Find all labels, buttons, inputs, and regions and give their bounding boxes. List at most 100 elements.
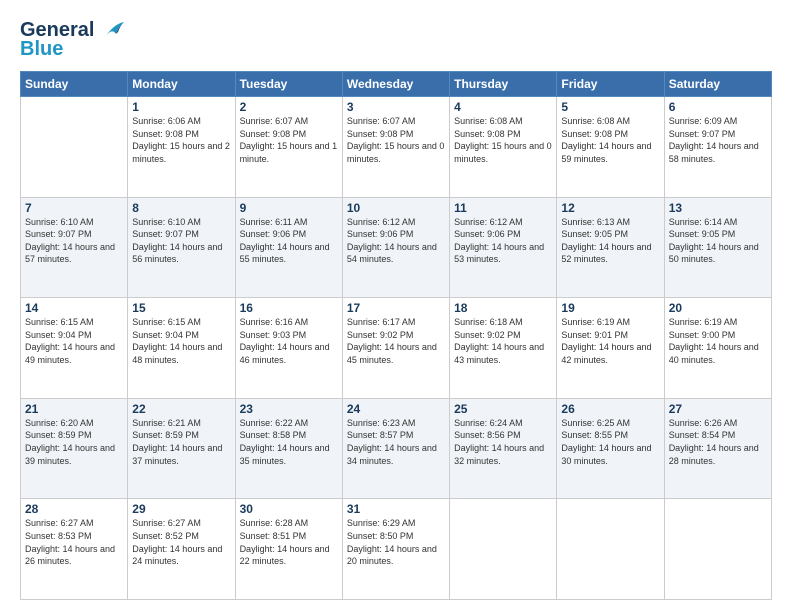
- calendar-cell: 13Sunrise: 6:14 AMSunset: 9:05 PMDayligh…: [664, 197, 771, 298]
- day-info: Sunrise: 6:18 AMSunset: 9:02 PMDaylight:…: [454, 316, 552, 366]
- weekday-header-tuesday: Tuesday: [235, 72, 342, 97]
- day-number: 16: [240, 301, 338, 315]
- weekday-header-monday: Monday: [128, 72, 235, 97]
- calendar-cell: 11Sunrise: 6:12 AMSunset: 9:06 PMDayligh…: [450, 197, 557, 298]
- day-number: 31: [347, 502, 445, 516]
- day-number: 3: [347, 100, 445, 114]
- day-number: 23: [240, 402, 338, 416]
- calendar-cell: 4Sunrise: 6:08 AMSunset: 9:08 PMDaylight…: [450, 97, 557, 198]
- day-number: 25: [454, 402, 552, 416]
- day-info: Sunrise: 6:17 AMSunset: 9:02 PMDaylight:…: [347, 316, 445, 366]
- week-row-2: 14Sunrise: 6:15 AMSunset: 9:04 PMDayligh…: [21, 298, 772, 399]
- calendar-cell: 24Sunrise: 6:23 AMSunset: 8:57 PMDayligh…: [342, 398, 449, 499]
- day-info: Sunrise: 6:26 AMSunset: 8:54 PMDaylight:…: [669, 417, 767, 467]
- calendar-cell: 17Sunrise: 6:17 AMSunset: 9:02 PMDayligh…: [342, 298, 449, 399]
- calendar-cell: 7Sunrise: 6:10 AMSunset: 9:07 PMDaylight…: [21, 197, 128, 298]
- weekday-header-wednesday: Wednesday: [342, 72, 449, 97]
- day-number: 18: [454, 301, 552, 315]
- day-number: 12: [561, 201, 659, 215]
- calendar-cell: 31Sunrise: 6:29 AMSunset: 8:50 PMDayligh…: [342, 499, 449, 600]
- calendar-cell: 28Sunrise: 6:27 AMSunset: 8:53 PMDayligh…: [21, 499, 128, 600]
- week-row-1: 7Sunrise: 6:10 AMSunset: 9:07 PMDaylight…: [21, 197, 772, 298]
- day-info: Sunrise: 6:20 AMSunset: 8:59 PMDaylight:…: [25, 417, 123, 467]
- day-number: 9: [240, 201, 338, 215]
- day-number: 29: [132, 502, 230, 516]
- weekday-header-saturday: Saturday: [664, 72, 771, 97]
- day-info: Sunrise: 6:09 AMSunset: 9:07 PMDaylight:…: [669, 115, 767, 165]
- page: General Blue SundayMondayTuesdayWednesda…: [0, 0, 792, 612]
- calendar-cell: [664, 499, 771, 600]
- day-info: Sunrise: 6:25 AMSunset: 8:55 PMDaylight:…: [561, 417, 659, 467]
- calendar-cell: 18Sunrise: 6:18 AMSunset: 9:02 PMDayligh…: [450, 298, 557, 399]
- day-info: Sunrise: 6:19 AMSunset: 9:00 PMDaylight:…: [669, 316, 767, 366]
- day-info: Sunrise: 6:19 AMSunset: 9:01 PMDaylight:…: [561, 316, 659, 366]
- calendar-cell: 23Sunrise: 6:22 AMSunset: 8:58 PMDayligh…: [235, 398, 342, 499]
- calendar-cell: 16Sunrise: 6:16 AMSunset: 9:03 PMDayligh…: [235, 298, 342, 399]
- day-info: Sunrise: 6:10 AMSunset: 9:07 PMDaylight:…: [132, 216, 230, 266]
- day-info: Sunrise: 6:07 AMSunset: 9:08 PMDaylight:…: [240, 115, 338, 165]
- day-number: 17: [347, 301, 445, 315]
- day-number: 30: [240, 502, 338, 516]
- day-info: Sunrise: 6:24 AMSunset: 8:56 PMDaylight:…: [454, 417, 552, 467]
- day-info: Sunrise: 6:08 AMSunset: 9:08 PMDaylight:…: [454, 115, 552, 165]
- calendar-cell: 25Sunrise: 6:24 AMSunset: 8:56 PMDayligh…: [450, 398, 557, 499]
- day-info: Sunrise: 6:29 AMSunset: 8:50 PMDaylight:…: [347, 517, 445, 567]
- calendar-cell: 10Sunrise: 6:12 AMSunset: 9:06 PMDayligh…: [342, 197, 449, 298]
- day-number: 8: [132, 201, 230, 215]
- day-info: Sunrise: 6:08 AMSunset: 9:08 PMDaylight:…: [561, 115, 659, 165]
- calendar-table: SundayMondayTuesdayWednesdayThursdayFrid…: [20, 71, 772, 600]
- day-number: 24: [347, 402, 445, 416]
- day-info: Sunrise: 6:27 AMSunset: 8:53 PMDaylight:…: [25, 517, 123, 567]
- calendar-cell: 14Sunrise: 6:15 AMSunset: 9:04 PMDayligh…: [21, 298, 128, 399]
- day-number: 14: [25, 301, 123, 315]
- day-number: 10: [347, 201, 445, 215]
- day-info: Sunrise: 6:27 AMSunset: 8:52 PMDaylight:…: [132, 517, 230, 567]
- day-info: Sunrise: 6:10 AMSunset: 9:07 PMDaylight:…: [25, 216, 123, 266]
- weekday-header-thursday: Thursday: [450, 72, 557, 97]
- day-number: 26: [561, 402, 659, 416]
- day-info: Sunrise: 6:07 AMSunset: 9:08 PMDaylight:…: [347, 115, 445, 165]
- calendar-cell: 30Sunrise: 6:28 AMSunset: 8:51 PMDayligh…: [235, 499, 342, 600]
- day-info: Sunrise: 6:11 AMSunset: 9:06 PMDaylight:…: [240, 216, 338, 266]
- day-info: Sunrise: 6:14 AMSunset: 9:05 PMDaylight:…: [669, 216, 767, 266]
- day-number: 6: [669, 100, 767, 114]
- day-number: 11: [454, 201, 552, 215]
- day-number: 27: [669, 402, 767, 416]
- day-number: 28: [25, 502, 123, 516]
- week-row-3: 21Sunrise: 6:20 AMSunset: 8:59 PMDayligh…: [21, 398, 772, 499]
- day-info: Sunrise: 6:16 AMSunset: 9:03 PMDaylight:…: [240, 316, 338, 366]
- calendar-cell: 15Sunrise: 6:15 AMSunset: 9:04 PMDayligh…: [128, 298, 235, 399]
- calendar-cell: 8Sunrise: 6:10 AMSunset: 9:07 PMDaylight…: [128, 197, 235, 298]
- calendar-cell: 12Sunrise: 6:13 AMSunset: 9:05 PMDayligh…: [557, 197, 664, 298]
- day-info: Sunrise: 6:12 AMSunset: 9:06 PMDaylight:…: [454, 216, 552, 266]
- day-info: Sunrise: 6:15 AMSunset: 9:04 PMDaylight:…: [132, 316, 230, 366]
- header: General Blue: [20, 18, 772, 61]
- weekday-header-row: SundayMondayTuesdayWednesdayThursdayFrid…: [21, 72, 772, 97]
- day-number: 1: [132, 100, 230, 114]
- day-info: Sunrise: 6:21 AMSunset: 8:59 PMDaylight:…: [132, 417, 230, 467]
- logo: General Blue: [20, 18, 126, 61]
- weekday-header-sunday: Sunday: [21, 72, 128, 97]
- day-number: 4: [454, 100, 552, 114]
- day-number: 5: [561, 100, 659, 114]
- day-number: 2: [240, 100, 338, 114]
- day-info: Sunrise: 6:15 AMSunset: 9:04 PMDaylight:…: [25, 316, 123, 366]
- week-row-0: 1Sunrise: 6:06 AMSunset: 9:08 PMDaylight…: [21, 97, 772, 198]
- day-info: Sunrise: 6:12 AMSunset: 9:06 PMDaylight:…: [347, 216, 445, 266]
- calendar-cell: [21, 97, 128, 198]
- calendar-cell: 9Sunrise: 6:11 AMSunset: 9:06 PMDaylight…: [235, 197, 342, 298]
- day-info: Sunrise: 6:28 AMSunset: 8:51 PMDaylight:…: [240, 517, 338, 567]
- calendar-cell: 26Sunrise: 6:25 AMSunset: 8:55 PMDayligh…: [557, 398, 664, 499]
- calendar-cell: [450, 499, 557, 600]
- day-number: 20: [669, 301, 767, 315]
- calendar-cell: 21Sunrise: 6:20 AMSunset: 8:59 PMDayligh…: [21, 398, 128, 499]
- calendar-cell: 19Sunrise: 6:19 AMSunset: 9:01 PMDayligh…: [557, 298, 664, 399]
- logo-bird-icon: [96, 18, 126, 42]
- calendar-cell: 3Sunrise: 6:07 AMSunset: 9:08 PMDaylight…: [342, 97, 449, 198]
- day-number: 19: [561, 301, 659, 315]
- day-info: Sunrise: 6:13 AMSunset: 9:05 PMDaylight:…: [561, 216, 659, 266]
- day-number: 13: [669, 201, 767, 215]
- day-number: 22: [132, 402, 230, 416]
- calendar-cell: [557, 499, 664, 600]
- calendar-cell: 1Sunrise: 6:06 AMSunset: 9:08 PMDaylight…: [128, 97, 235, 198]
